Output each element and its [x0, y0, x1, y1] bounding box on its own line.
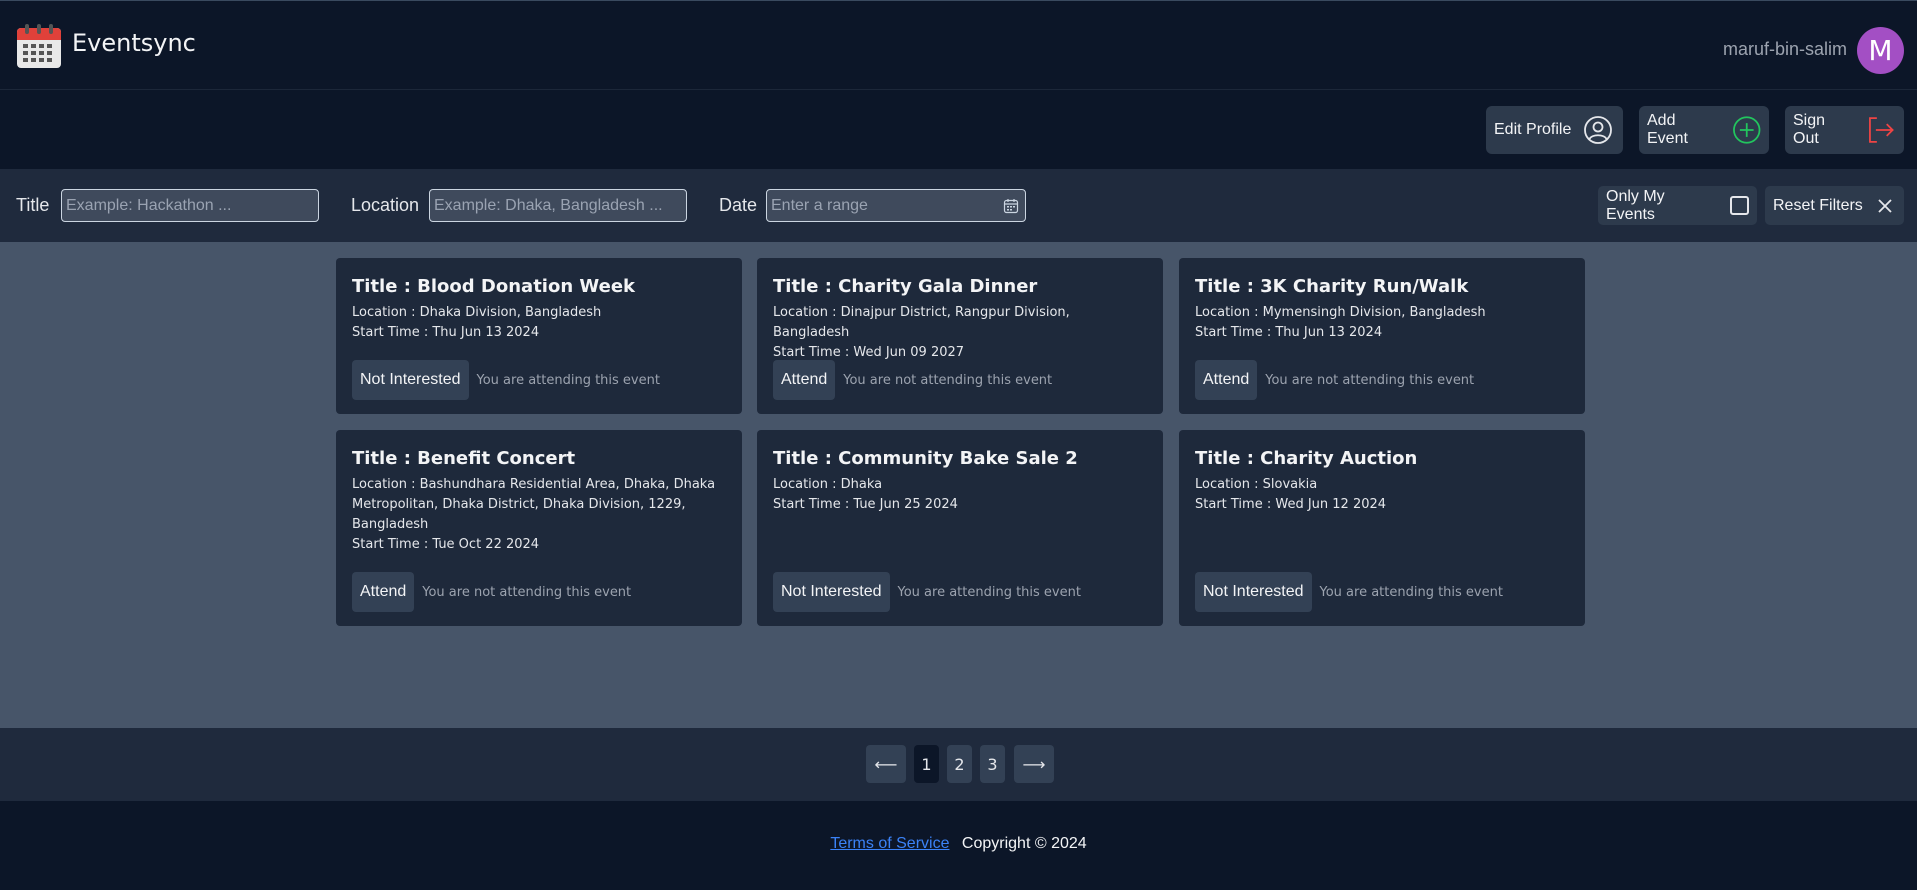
logout-icon — [1869, 117, 1895, 143]
attendance-status: You are not attending this event — [422, 584, 632, 600]
title-filter-label: Title — [16, 195, 50, 215]
add-event-button[interactable]: Add Event — [1639, 106, 1769, 154]
only-my-events-label: Only My Events — [1606, 187, 1665, 223]
reset-filters-label: Reset Filters — [1773, 196, 1863, 214]
date-range-input[interactable] — [766, 189, 1026, 222]
attendance-status: You are attending this event — [476, 372, 660, 388]
attendance-status: You are not attending this event — [1265, 372, 1475, 388]
event-title: Title : 3K Charity Run/Walk — [1195, 276, 1469, 297]
sign-out-button[interactable]: Sign Out — [1785, 106, 1904, 154]
username: maruf-bin-salim — [1722, 39, 1847, 59]
attendance-status: You are not attending this event — [843, 372, 1053, 388]
attendance-status: You are attending this event — [897, 584, 1081, 600]
terms-of-service-link[interactable]: Terms of Service — [830, 835, 949, 852]
event-start-time: Start Time : Tue Jun 25 2024 — [773, 497, 958, 512]
add-event-label: Add Event — [1647, 112, 1688, 147]
not-interested-button[interactable]: Not Interested — [1195, 572, 1312, 612]
event-card: Title : Charity Auction Location : Slova… — [1179, 430, 1585, 626]
reset-filters-button[interactable]: Reset Filters — [1765, 186, 1904, 225]
event-card: Title : Charity Gala Dinner Location : D… — [757, 258, 1163, 414]
event-start-time: Start Time : Tue Oct 22 2024 — [352, 537, 540, 552]
page-2-button[interactable]: 2 — [947, 745, 972, 783]
event-location: Location : Dhaka Division, Bangladesh — [352, 305, 602, 320]
event-title: Title : Charity Auction — [1195, 448, 1418, 469]
event-location: Location : Mymensingh Division, Banglade… — [1195, 305, 1486, 320]
not-interested-button[interactable]: Not Interested — [773, 572, 890, 612]
event-location: Location : Slovakia — [1195, 477, 1318, 492]
title-filter-input[interactable] — [61, 189, 319, 222]
page-1-button[interactable]: 1 — [914, 745, 939, 783]
location-filter-label: Location — [351, 195, 420, 215]
events-grid: Title : Blood Donation Week Location : D… — [0, 242, 1917, 728]
attend-button[interactable]: Attend — [1195, 360, 1258, 400]
calendar-icon[interactable] — [1003, 198, 1019, 214]
event-title: Title : Blood Donation Week — [352, 276, 636, 297]
copyright-text: Copyright © 2024 — [961, 835, 1087, 852]
next-page-button[interactable]: ⟶ — [1014, 745, 1054, 783]
avatar[interactable]: M — [1857, 27, 1904, 74]
attendance-status: You are attending this event — [1319, 584, 1503, 600]
event-card: Title : Blood Donation Week Location : D… — [336, 258, 742, 414]
plus-circle-icon — [1732, 116, 1760, 144]
location-filter-input[interactable] — [429, 189, 687, 222]
event-start-time: Start Time : Thu Jun 13 2024 — [352, 325, 540, 340]
event-card: Title : Benefit Concert Location : Bashu… — [336, 430, 742, 626]
user-circle-icon — [1584, 116, 1613, 144]
not-interested-button[interactable]: Not Interested — [352, 360, 469, 400]
event-card: Title : 3K Charity Run/Walk Location : M… — [1179, 258, 1585, 414]
prev-page-button[interactable]: ⟵ — [866, 745, 906, 783]
edit-profile-button[interactable]: Edit Profile — [1486, 106, 1623, 154]
filter-bar: Title Location Date Only My Events Reset… — [0, 169, 1917, 242]
attend-button[interactable]: Attend — [773, 360, 836, 400]
sign-out-label: Sign Out — [1793, 112, 1826, 147]
footer: Terms of Service Copyright © 2024 — [0, 801, 1917, 890]
event-location: Location : Bashundhara Residential Area,… — [352, 477, 716, 532]
date-filter-label: Date — [719, 195, 758, 215]
event-location: Location : Dinajpur District, Rangpur Di… — [773, 305, 1070, 340]
pagination: ⟵ 1 2 3 ⟶ — [0, 728, 1917, 801]
only-my-events-toggle[interactable]: Only My Events — [1598, 186, 1757, 225]
page-3-button[interactable]: 3 — [980, 745, 1005, 783]
event-title: Title : Benefit Concert — [352, 448, 576, 469]
checkbox-icon[interactable] — [1730, 196, 1749, 215]
attend-button[interactable]: Attend — [352, 572, 415, 612]
action-bar: Edit Profile Add Event Sign Out — [0, 90, 1917, 169]
close-icon — [1878, 198, 1892, 213]
event-start-time: Start Time : Wed Jun 12 2024 — [1195, 497, 1387, 512]
event-card: Title : Community Bake Sale 2 Location :… — [757, 430, 1163, 626]
brand-name[interactable]: Eventsync — [72, 29, 196, 57]
event-title: Title : Community Bake Sale 2 — [773, 448, 1078, 469]
app-header: Eventsync maruf-bin-salim M — [0, 0, 1917, 90]
event-title: Title : Charity Gala Dinner — [773, 276, 1038, 297]
calendar-logo-icon[interactable] — [15, 22, 63, 70]
event-location: Location : Dhaka — [773, 477, 883, 492]
event-start-time: Start Time : Thu Jun 13 2024 — [1195, 325, 1383, 340]
edit-profile-label: Edit Profile — [1494, 121, 1572, 138]
